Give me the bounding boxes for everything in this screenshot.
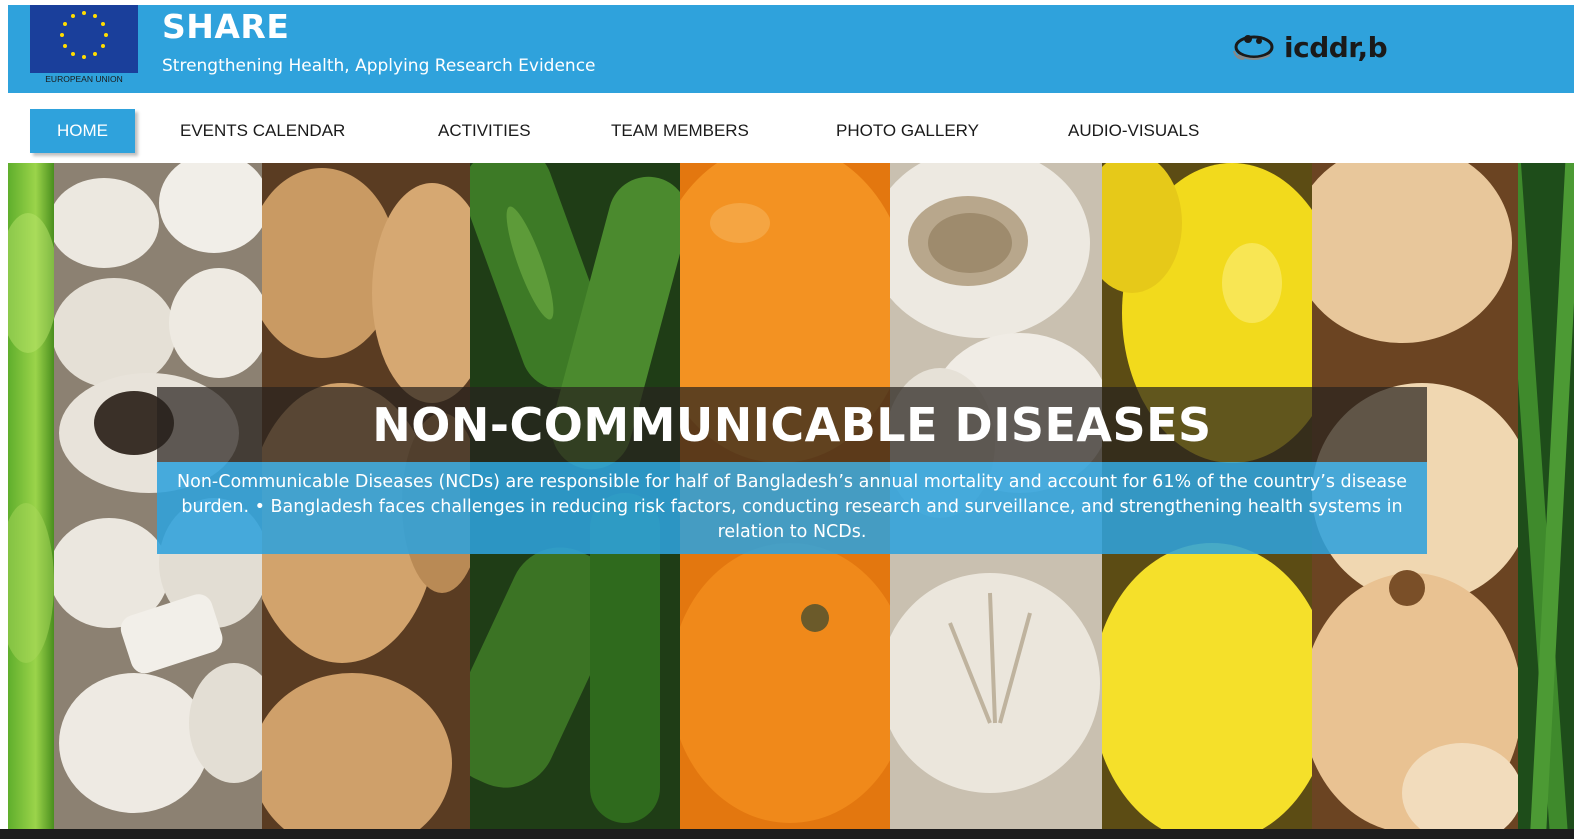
site-header: EUROPEAN UNION SHARE Strengthening Healt…: [8, 5, 1574, 93]
hero-title: NON-COMMUNICABLE DISEASES: [157, 387, 1427, 462]
eu-stars-icon: [60, 11, 108, 59]
eu-flag-logo[interactable]: EUROPEAN UNION: [30, 5, 138, 85]
hero-banner[interactable]: NON-COMMUNICABLE DISEASES Non-Communicab…: [8, 163, 1574, 829]
hero-caption: NON-COMMUNICABLE DISEASES Non-Communicab…: [157, 387, 1427, 557]
hero-description: Non-Communicable Diseases (NCDs) are res…: [157, 462, 1427, 554]
hero-image-strip: [8, 163, 54, 829]
slider-bottom-bar: [0, 829, 1574, 839]
icddrb-emblem-icon: [1233, 35, 1274, 60]
nav-item-audio-visuals[interactable]: AUDIO-VISUALS: [1068, 109, 1199, 153]
nav-item-events-calendar[interactable]: EVENTS CALENDAR: [180, 109, 345, 153]
nav-item-home[interactable]: HOME: [30, 109, 135, 153]
nav-item-team-members[interactable]: TEAM MEMBERS: [611, 109, 749, 153]
nav-item-activities[interactable]: ACTIVITIES: [438, 109, 531, 153]
site-subtitle: Strengthening Health, Applying Research …: [162, 56, 596, 76]
hero-image-strip: [1518, 163, 1574, 829]
icddrb-logo[interactable]: icddr,b: [1228, 27, 1388, 67]
icddrb-logo-text: icddr,b: [1284, 30, 1388, 64]
nav-item-photo-gallery[interactable]: PHOTO GALLERY: [836, 109, 979, 153]
main-navigation: HOME EVENTS CALENDAR ACTIVITIES TEAM MEM…: [8, 93, 1574, 163]
site-title[interactable]: SHARE: [162, 7, 289, 46]
eu-logo-label: EUROPEAN UNION: [30, 73, 138, 85]
